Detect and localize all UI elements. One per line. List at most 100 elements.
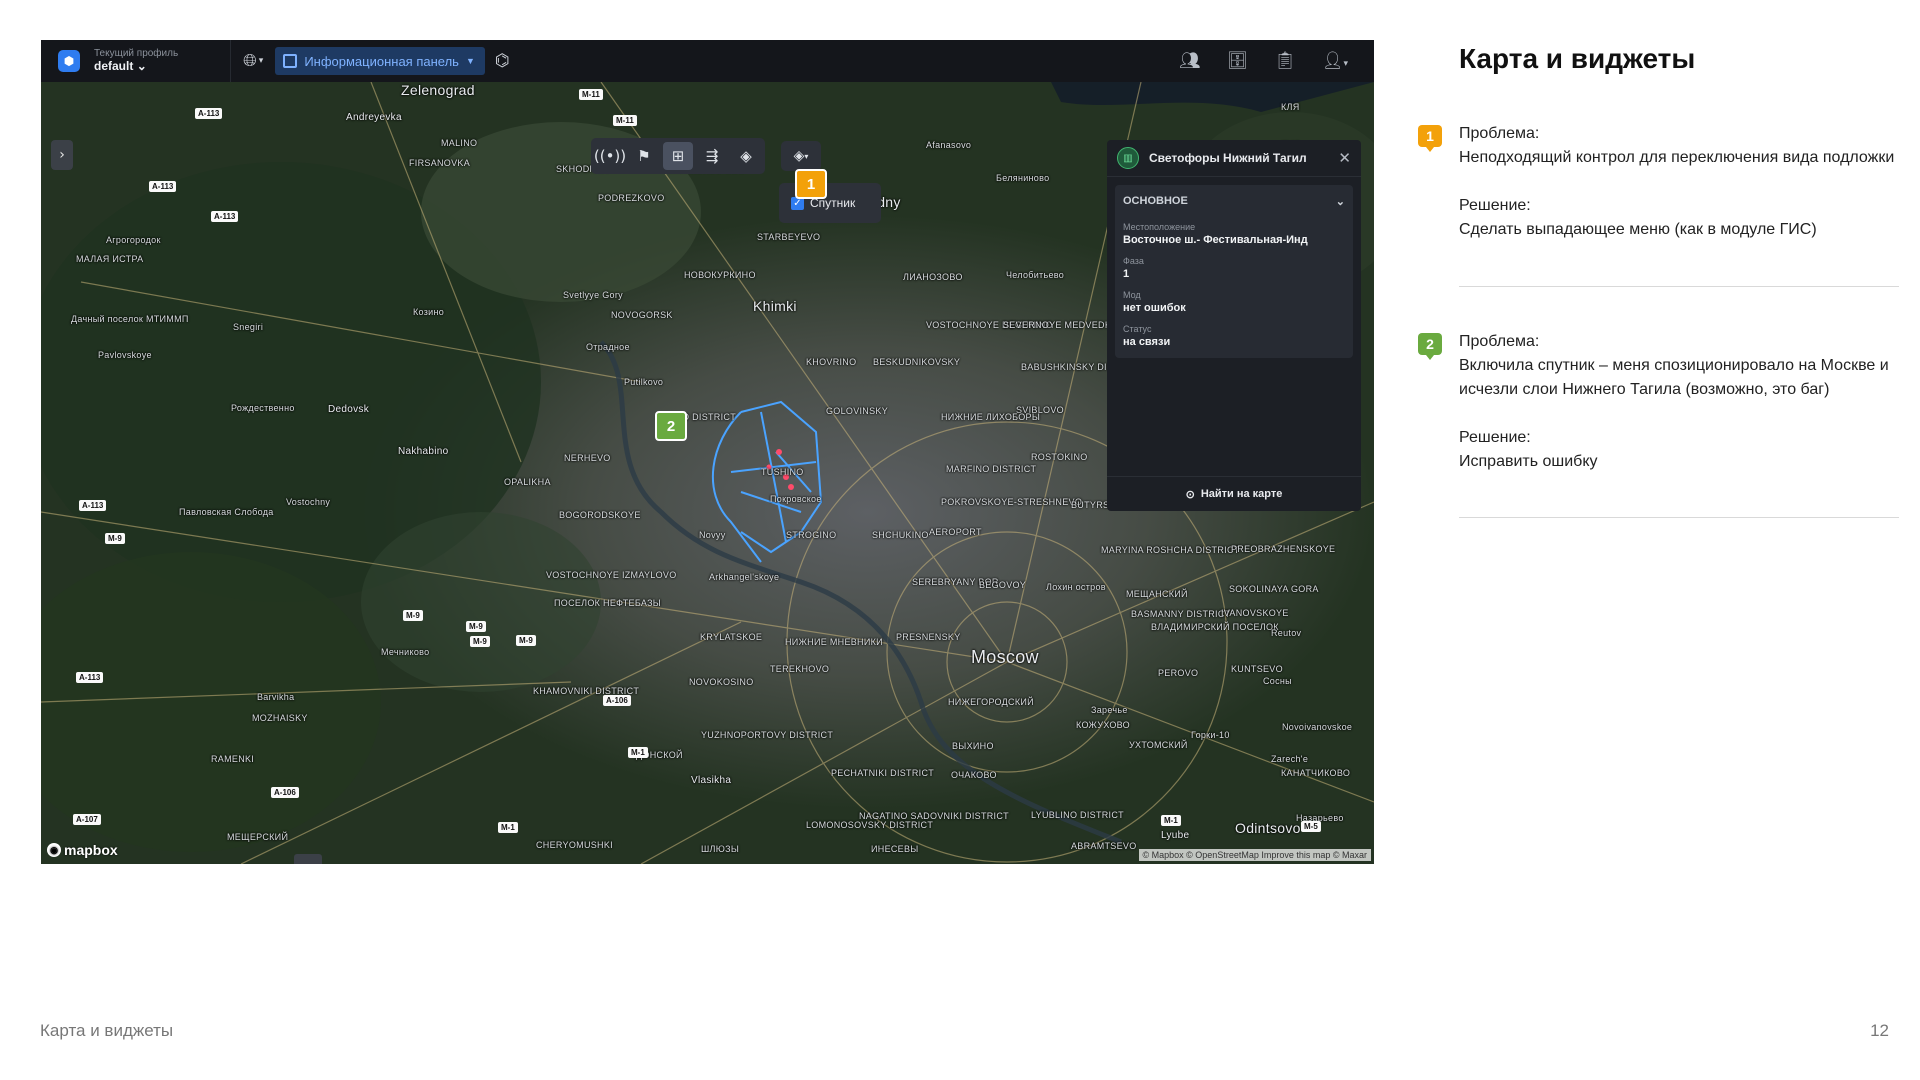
collapse-panel-button[interactable]: ︿	[294, 854, 322, 864]
map-label: Горки-10	[1191, 730, 1230, 740]
layers-button[interactable]: ◈	[731, 142, 761, 170]
map-label: Snegiri	[233, 322, 264, 332]
chevron-down-icon: ⌄	[136, 58, 147, 73]
map-label: НИЖНИЕ ЛИХОБОРЫ	[941, 412, 1041, 422]
map-label: Козино	[413, 307, 445, 317]
page-number: 12	[1870, 1021, 1889, 1040]
chevron-up-icon: ︿	[303, 858, 313, 865]
map-label: KHOVRINO	[806, 357, 857, 367]
traffic-sensor-layer-button[interactable]: ((•))	[594, 142, 626, 170]
map-label: Дачный поселок МТИММП	[71, 314, 189, 324]
routes-icon: ⇶	[705, 147, 719, 165]
road-shield: M-9	[403, 610, 423, 621]
divider	[1459, 517, 1899, 518]
map-label: ШЛЮЗЫ	[701, 844, 740, 854]
section-title: ОСНОВНОЕ	[1123, 195, 1188, 207]
map-label: NERHEVO	[564, 453, 611, 463]
map-label: Nakhabino	[398, 446, 449, 457]
satellite-map[interactable]: Zelenograd Andreyevka MALINO FIRSANOVKA SKHO…	[41, 82, 1374, 864]
dashboard-icon	[283, 54, 298, 68]
map-label: Лохин остров	[1046, 582, 1106, 592]
map-label: Reutov	[1271, 628, 1302, 638]
traffic-lights-layer-button[interactable]: ⊞	[663, 142, 693, 170]
map-label: CHERYOMUSHKI	[536, 840, 613, 850]
solution-label: Решение:	[1459, 429, 1531, 446]
map-label: Заречье	[1091, 705, 1128, 715]
map-label: PRESNENSKY	[896, 632, 961, 642]
map-label: TUSHINO	[761, 467, 804, 477]
map-label: LYUBLINO DISTRICT	[1031, 810, 1124, 820]
road-shield: M-11	[613, 115, 637, 126]
map-label: ПОСЕЛОК НЕФТЕБАЗЫ	[554, 598, 662, 608]
map-label: Barvikha	[257, 692, 295, 702]
map-label: ИНЕСЕВЫ	[871, 844, 919, 854]
footer-section-title: Карта и виджеты	[40, 1021, 174, 1040]
problem-label: Проблема:	[1459, 333, 1540, 350]
map-label: МЕЩАНСКИЙ	[1126, 589, 1188, 599]
map-label: PEROVO	[1158, 668, 1199, 678]
camera-icon[interactable]: ⌬	[495, 51, 510, 71]
map-label: Агрогородок	[106, 235, 161, 245]
dashboard-dropdown[interactable]: Информационная панель ▼	[275, 47, 485, 75]
archive-icon[interactable]: 🗄︎	[1227, 51, 1249, 71]
map-label: ОЧАКОВО	[951, 770, 997, 780]
road-shield: M-11	[579, 89, 603, 100]
map-label: RAMENKI	[211, 754, 255, 764]
language-button[interactable]: 🌐︎ ▾	[243, 51, 263, 71]
map-label: Arkhangel'skoye	[709, 572, 780, 582]
flag-layer-button[interactable]: ⚑	[629, 142, 659, 170]
map-label: Vlasikha	[691, 775, 732, 786]
find-on-map-button[interactable]: ⊙ Найти на карте	[1107, 476, 1361, 511]
field-status: Статус на связи	[1123, 324, 1345, 348]
map-label: POKROVSKOYE-STRESHNEVO	[941, 497, 1083, 507]
map-attribution[interactable]: © Mapbox © OpenStreetMap Improve this ma…	[1138, 849, 1371, 861]
clipboard-icon[interactable]: 📋︎	[1274, 51, 1296, 71]
map-label: КАНАТЧИКОВО	[1281, 768, 1351, 778]
map-label: Khimki	[753, 298, 797, 314]
widget-header: ▥ Светофоры Нижний Тагил ✕	[1107, 140, 1361, 177]
map-label: МАЛАЯ ИСТРА	[76, 254, 144, 264]
section-header[interactable]: ОСНОВНОЕ ⌄	[1123, 195, 1345, 208]
field-phase: Фаза 1	[1123, 256, 1345, 280]
map-tools-bar: ((•)) ⚑ ⊞ ⇶ ◈	[591, 138, 765, 174]
map-label: PREOBRAZHENSKOYE	[1231, 544, 1336, 554]
solution-text: Исправить ошибку	[1459, 453, 1598, 470]
map-label: VOSTOCHNOYE IZMAYLOVO	[546, 570, 677, 580]
road-shield: A-113	[76, 672, 104, 683]
map-label: Челобитьево	[1006, 270, 1065, 280]
users-icon[interactable]: 👥︎	[1179, 51, 1201, 71]
map-label: Moscow	[971, 647, 1039, 667]
traffic-light-icon: ⊞	[671, 147, 685, 165]
traffic-light-widget: ▥ Светофоры Нижний Тагил ✕ ОСНОВНОЕ ⌄ Мес…	[1107, 140, 1361, 511]
map-label: BASMANNY DISTRICT	[1131, 609, 1231, 619]
map-label: НОВОКУРКИНО	[684, 270, 756, 280]
map-label: LOMONOSOVSKY DISTRICT	[806, 820, 934, 830]
expand-sidebar-button[interactable]: ›	[51, 140, 73, 170]
field-label: Фаза	[1123, 256, 1144, 266]
close-icon[interactable]: ✕	[1338, 149, 1351, 167]
chevron-right-icon: ›	[59, 147, 65, 163]
find-on-map-label: Найти на карте	[1200, 488, 1283, 500]
map-label: SHCHUKINO	[872, 530, 929, 540]
basemap-dropdown-button[interactable]: ◈ ▾	[781, 141, 821, 171]
profile-selector[interactable]: Текущий профиль default ⌄	[94, 48, 178, 73]
app-logo-icon[interactable]: ⬢	[58, 50, 80, 72]
dashboard-label: Информационная панель	[304, 53, 459, 69]
map-label: ВЫХИНО	[952, 741, 994, 751]
user-avatar-icon[interactable]: 👤︎▾	[1322, 51, 1348, 71]
road-shield: A-113	[79, 500, 107, 511]
map-label: KRYLATSKOE	[700, 632, 763, 642]
map-label: Afanasovo	[926, 140, 972, 150]
map-label: BOGORODSKOYE	[559, 510, 641, 520]
map-label: BESKUDNIKOVSKY	[873, 357, 961, 367]
field-label: Статус	[1123, 324, 1152, 334]
map-label: ROSTOKINO	[1031, 452, 1088, 462]
map-label: STARBEYEVO	[757, 232, 821, 242]
map-label: КОЖУХОВО	[1076, 720, 1130, 730]
layers-icon: ◈	[740, 147, 752, 165]
map-label: Vostochny	[286, 497, 331, 507]
issue-number-1: 1	[1418, 125, 1442, 152]
annotation-marker-2: 2	[655, 411, 687, 441]
routes-layer-button[interactable]: ⇶	[697, 142, 727, 170]
problem-label: Проблема:	[1459, 125, 1540, 142]
